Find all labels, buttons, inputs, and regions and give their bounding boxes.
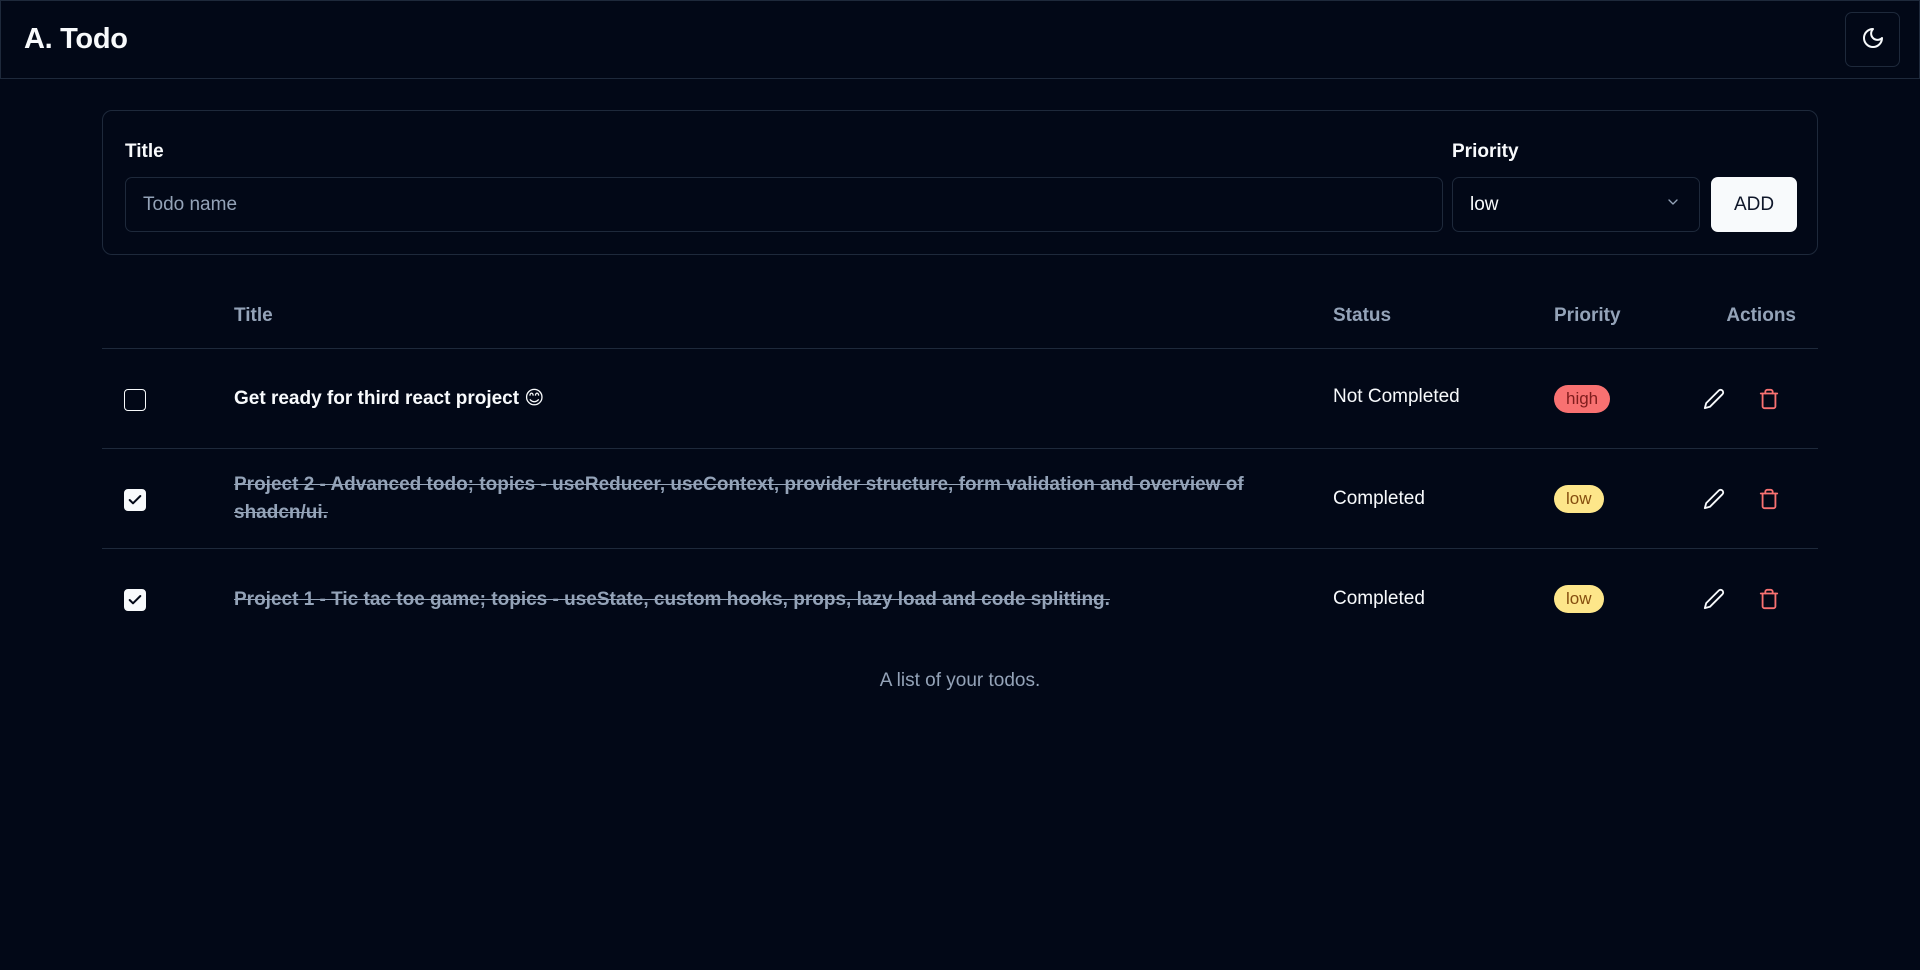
todo-title: Get ready for third react project 😊 (234, 388, 545, 409)
priority-badge: high (1554, 385, 1611, 413)
table-row: Get ready for third react project 😊 Not … (102, 349, 1818, 449)
app-title: A. Todo (24, 23, 128, 55)
header-priority: Priority (1554, 305, 1621, 326)
theme-toggle-button[interactable] (1845, 12, 1900, 67)
table-header: Title Status Priority Actions (102, 284, 1818, 349)
table-row: Project 2 - Advanced todo; topics - useR… (102, 449, 1818, 549)
title-label: Title (125, 141, 164, 162)
trash-icon[interactable] (1756, 486, 1782, 512)
row-checkbox[interactable] (124, 389, 146, 411)
trash-icon[interactable] (1756, 386, 1782, 412)
row-checkbox[interactable] (124, 489, 146, 511)
priority-label: Priority (1452, 141, 1519, 162)
priority-select-value: low (1470, 193, 1499, 215)
priority-select[interactable]: low (1452, 177, 1700, 232)
add-todo-form: Title Priority low ADD (102, 110, 1818, 255)
pencil-icon[interactable] (1701, 386, 1727, 412)
priority-badge: low (1554, 585, 1604, 613)
pencil-icon[interactable] (1701, 586, 1727, 612)
todo-title: Project 1 - Tic tac toe game; topics - u… (234, 589, 1110, 610)
header-title: Title (234, 305, 273, 326)
moon-icon (1861, 26, 1885, 53)
todo-status: Not Completed (1333, 386, 1460, 407)
header-status: Status (1333, 305, 1392, 326)
add-button[interactable]: ADD (1711, 177, 1797, 232)
row-checkbox[interactable] (124, 589, 146, 611)
table-caption: A list of your todos. (879, 670, 1041, 691)
app-header: A. Todo (0, 0, 1920, 79)
priority-badge: low (1554, 485, 1604, 513)
todo-status: Completed (1333, 588, 1425, 609)
todo-name-input[interactable] (125, 177, 1443, 232)
table-row: Project 1 - Tic tac toe game; topics - u… (102, 549, 1818, 649)
check-icon (128, 595, 142, 605)
todo-table: Title Status Priority Actions Get ready … (102, 284, 1818, 649)
check-icon (128, 495, 142, 505)
trash-icon[interactable] (1756, 586, 1782, 612)
header-actions: Actions (1726, 305, 1796, 326)
todo-title: Project 2 - Advanced todo; topics - useR… (234, 474, 1244, 523)
pencil-icon[interactable] (1701, 486, 1727, 512)
chevron-down-icon (1665, 194, 1681, 216)
todo-status: Completed (1333, 488, 1425, 509)
